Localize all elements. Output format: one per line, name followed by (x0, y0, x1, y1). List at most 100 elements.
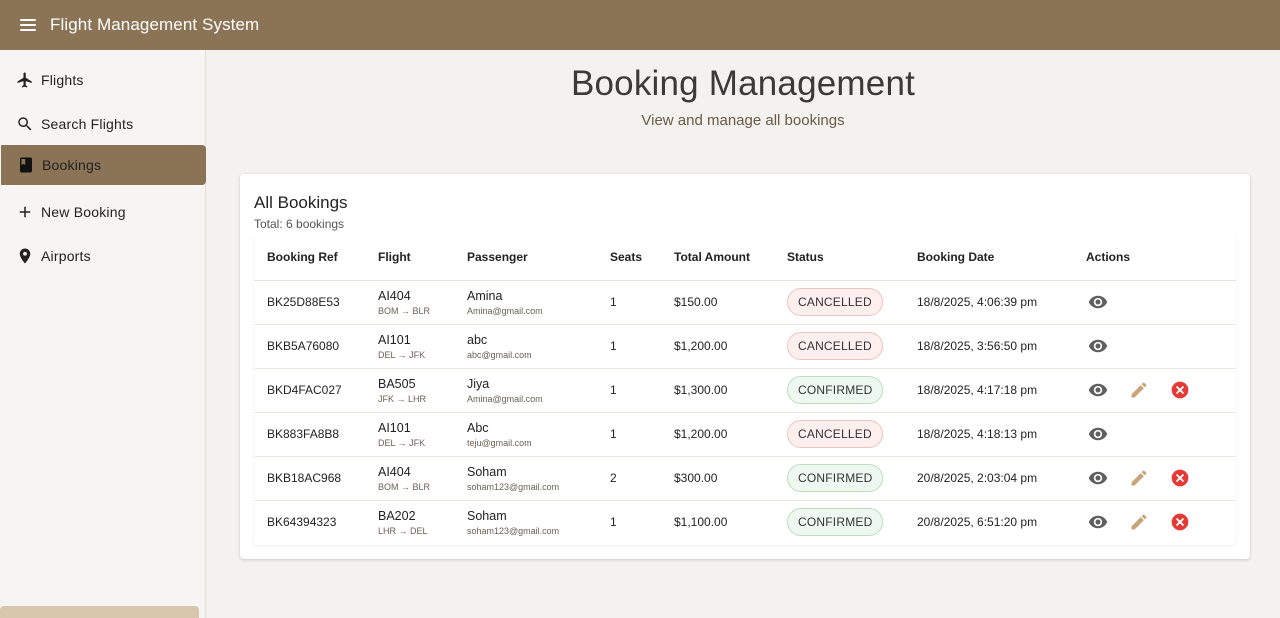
booking-ref: BK883FA8B8 (254, 412, 365, 457)
view-icon[interactable] (1086, 378, 1110, 402)
header-total-amount: Total Amount (661, 234, 774, 281)
booking-ref: BK25D88E53 (254, 280, 365, 325)
sidebar-item-airports[interactable]: Airports (0, 236, 206, 276)
location-pin-icon (16, 247, 34, 265)
view-icon[interactable] (1086, 510, 1110, 534)
flight-code: AI101 (378, 420, 411, 435)
header-flight: Flight (365, 234, 454, 281)
status-badge: CANCELLED (787, 288, 883, 316)
edit-icon[interactable] (1127, 466, 1151, 490)
seats-cell: 1 (597, 324, 661, 369)
booking-date-cell: 20/8/2025, 2:03:04 pm (904, 456, 1073, 501)
amount-cell: $1,300.00 (661, 368, 774, 413)
row-actions (1086, 334, 1236, 358)
table-row: BK64394323 BA202 LHR → DEL Soham soham123@gm… (254, 500, 1236, 544)
passenger-email: soham123@gmail.com (467, 525, 560, 536)
actions-cell (1073, 368, 1236, 413)
sidebar-bottom-bar (0, 606, 199, 618)
header-status: Status (774, 234, 904, 281)
status-cell: CONFIRMED (774, 368, 904, 413)
flight-code: BA202 (378, 508, 416, 523)
status-cell: CONFIRMED (774, 500, 904, 544)
page-title: Booking Management (570, 64, 916, 103)
app-bar: Flight Management System (0, 0, 1280, 50)
view-icon[interactable] (1086, 466, 1110, 490)
seats-cell: 2 (597, 456, 661, 501)
actions-cell (1073, 456, 1236, 501)
sidebar-item-bookings[interactable]: Bookings (1, 145, 206, 185)
amount-cell: $1,200.00 (661, 324, 774, 369)
view-icon[interactable] (1086, 422, 1110, 446)
booking-date-cell: 18/8/2025, 3:56:50 pm (904, 324, 1073, 369)
status-badge: CONFIRMED (787, 508, 884, 537)
passenger-cell: Jiya Amina@gmail.com (454, 368, 597, 413)
edit-icon[interactable] (1127, 510, 1151, 534)
flight-route: JFK → LHR (378, 393, 427, 404)
booking-ref: BKD4FAC027 (254, 368, 365, 413)
sidebar-item-new-booking[interactable]: New Booking (0, 192, 206, 232)
row-actions (1086, 378, 1236, 402)
search-icon (16, 115, 34, 133)
delete-icon[interactable] (1168, 378, 1192, 402)
book-icon (17, 156, 35, 174)
passenger-name: Soham (467, 508, 507, 523)
status-badge: CANCELLED (787, 420, 883, 448)
actions-cell (1073, 324, 1236, 369)
bookings-table: Booking Ref Flight Passenger Seats Total… (254, 234, 1236, 544)
status-badge: CONFIRMED (787, 376, 884, 404)
passenger-name: Jiya (467, 376, 490, 391)
table-row: BKB5A76080 AI101 DEL → JFK abc abc@gmail.com… (254, 324, 1236, 369)
plus-icon (16, 203, 34, 221)
card-title: All Bookings (254, 193, 348, 212)
menu-icon[interactable] (18, 17, 38, 33)
amount-cell: $1,200.00 (661, 412, 774, 457)
flight-cell: AI404 BOM → BLR (365, 280, 454, 325)
passenger-cell: Soham soham123@gmail.com (454, 500, 597, 544)
delete-icon[interactable] (1168, 510, 1192, 534)
passenger-email: teju@gmail.com (467, 437, 532, 448)
seats-cell: 1 (597, 368, 661, 413)
passenger-name: Abc (467, 420, 489, 435)
flight-cell: AI101 DEL → JFK (365, 324, 454, 369)
table-row: BK25D88E53 AI404 BOM → BLR Amina Amina@gmail… (254, 280, 1236, 325)
passenger-name: Soham (467, 464, 507, 479)
booking-date-cell: 18/8/2025, 4:06:39 pm (904, 280, 1073, 325)
flight-route: BOM → BLR (378, 481, 431, 492)
delete-icon[interactable] (1168, 466, 1192, 490)
sidebar-item-label: Flights (41, 72, 84, 88)
sidebar-item-search-flights[interactable]: Search Flights (0, 104, 206, 144)
edit-icon[interactable] (1127, 378, 1151, 402)
status-cell: CONFIRMED (774, 456, 904, 501)
passenger-email: Amina@gmail.com (467, 393, 543, 404)
bookings-total: Total: 6 bookings (254, 217, 345, 231)
view-icon[interactable] (1086, 334, 1110, 358)
airplane-icon (16, 71, 34, 89)
header-passenger: Passenger (454, 234, 597, 281)
passenger-name: abc (467, 332, 488, 347)
row-actions (1086, 466, 1236, 490)
row-actions (1086, 290, 1236, 314)
sidebar: Flights Search Flights Bookings New Book… (0, 50, 206, 618)
seats-cell: 1 (597, 280, 661, 325)
booking-ref: BK64394323 (267, 515, 337, 530)
status-cell: CANCELLED (774, 412, 904, 457)
amount-cell: $150.00 (661, 280, 774, 325)
booking-date-cell: 18/8/2025, 4:18:13 pm (904, 412, 1073, 457)
table-header-row: Booking Ref Flight Passenger Seats Total… (254, 234, 1236, 281)
status-badge: CANCELLED (787, 332, 883, 360)
flight-code: AI404 (378, 464, 411, 479)
flight-route: BOM → BLR (378, 305, 431, 316)
sidebar-item-label: Airports (41, 248, 91, 264)
booking-ref: BKB5A76080 (254, 324, 365, 369)
header-actions: Actions (1073, 234, 1236, 281)
booking-ref: BKB18AC968 (254, 456, 365, 501)
passenger-email: soham123@gmail.com (467, 481, 560, 492)
amount-cell: $300.00 (661, 456, 774, 501)
sidebar-item-flights[interactable]: Flights (0, 60, 206, 100)
table-row: BKD4FAC027 BA505 JFK → LHR Jiya Amina@gmail.… (254, 368, 1236, 413)
flight-cell: BA505 JFK → LHR (365, 368, 454, 413)
view-icon[interactable] (1086, 290, 1110, 314)
flight-code: BA505 (378, 376, 416, 391)
flight-code: AI101 (378, 332, 411, 347)
actions-cell (1073, 280, 1236, 325)
